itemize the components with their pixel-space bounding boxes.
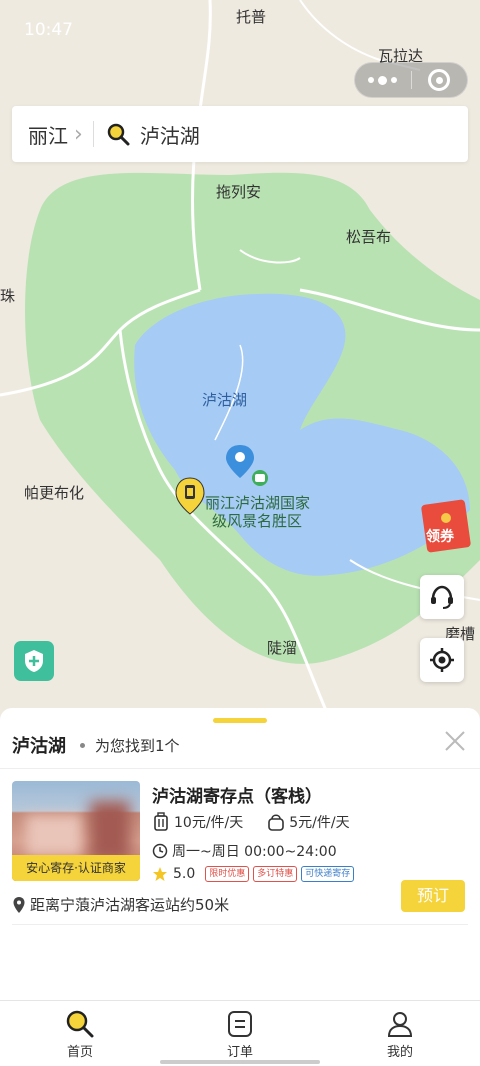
shop-photo: 安心寄存·认证商家 bbox=[12, 781, 140, 881]
distance-text: 距离宁蒗泸沽湖客运站约50米 bbox=[30, 896, 230, 914]
price-luggage: 10元/件/天 bbox=[174, 815, 244, 831]
mini-program-capsule bbox=[354, 62, 468, 98]
coupon-button[interactable]: 领券 bbox=[420, 498, 480, 554]
tab-label: 订单 bbox=[226, 1045, 253, 1060]
tab-home[interactable]: 首页 bbox=[0, 1001, 160, 1066]
opening-hours: 周一~周日 00:00~24:00 bbox=[172, 844, 337, 860]
customer-service-button[interactable] bbox=[420, 575, 464, 619]
more-icon[interactable] bbox=[355, 75, 411, 85]
bag-icon bbox=[268, 814, 285, 831]
insurance-button[interactable] bbox=[14, 641, 54, 681]
results-keyword: 泸沽湖 bbox=[12, 736, 66, 757]
map-view[interactable]: 10:47 丽江 › 泸沽湖 托普 瓦拉达 拖列安 松吾布 珠 泸沽湖 帕更布化… bbox=[0, 0, 480, 720]
map-label: 帕更布化 bbox=[24, 484, 85, 502]
map-label: 珠 bbox=[0, 287, 16, 305]
distance-row: 距离宁蒗泸沽湖客运站约50米 bbox=[12, 894, 229, 915]
tab-label: 首页 bbox=[66, 1045, 93, 1060]
shop-name: 泸沽湖寄存点（客栈） bbox=[152, 787, 322, 807]
order-icon bbox=[228, 1011, 252, 1037]
hours-row: 周一~周日 00:00~24:00 bbox=[152, 841, 337, 861]
map-label-lake: 泸沽湖 bbox=[202, 391, 248, 409]
tab-profile[interactable]: 我的 bbox=[320, 1001, 480, 1066]
tab-label: 我的 bbox=[386, 1045, 413, 1060]
sheet-drag-handle[interactable] bbox=[213, 718, 267, 723]
price-row: 10元/件/天 5元/件/天 bbox=[152, 812, 350, 832]
results-header: 泸沽湖 为您找到1个 bbox=[12, 732, 180, 758]
map-label: 托普 bbox=[236, 8, 267, 26]
locate-me-button[interactable] bbox=[420, 638, 464, 682]
star-icon bbox=[153, 867, 167, 881]
luggage-icon bbox=[154, 812, 168, 831]
close-program-icon[interactable] bbox=[411, 69, 467, 91]
crosshair-icon bbox=[430, 648, 454, 672]
book-button[interactable]: 预订 bbox=[401, 880, 465, 912]
city-selector[interactable]: 丽江 bbox=[28, 120, 68, 149]
map-label: 瓦拉达 bbox=[378, 47, 424, 65]
price-bag: 5元/件/天 bbox=[289, 815, 350, 831]
scenic-spot-icon bbox=[252, 470, 268, 486]
shield-plus-icon bbox=[25, 650, 43, 672]
rating-row: 5.0 限时优惠 多订特惠 可快递寄存 bbox=[152, 866, 355, 882]
verified-badge: 安心寄存·认证商家 bbox=[12, 855, 140, 881]
service-tag: 可快递寄存 bbox=[301, 866, 355, 882]
tab-bar: 首页 订单 我的 bbox=[0, 1000, 480, 1066]
profile-icon bbox=[387, 1012, 413, 1037]
rating-value: 5.0 bbox=[173, 866, 196, 882]
promo-tag: 限时优惠 bbox=[205, 866, 250, 882]
results-count: 为您找到1个 bbox=[95, 736, 180, 755]
map-label-scenic: 级风景名胜区 bbox=[212, 512, 303, 530]
promo-tag: 多订特惠 bbox=[253, 866, 298, 882]
chevron-right-icon: › bbox=[74, 121, 83, 147]
search-icon bbox=[107, 123, 130, 146]
tab-orders[interactable]: 订单 bbox=[160, 1001, 320, 1066]
map-label: 陡溜 bbox=[267, 639, 298, 657]
results-sheet: 泸沽湖 为您找到1个 安心寄存·认证商家 泸沽湖寄存点（客栈） 10元/件/天 bbox=[0, 708, 480, 1000]
map-pin-icon bbox=[13, 896, 25, 913]
coupon-label: 领券 bbox=[426, 529, 454, 545]
headset-icon bbox=[431, 585, 453, 609]
close-icon[interactable] bbox=[444, 730, 466, 752]
search-bar[interactable]: 丽江 › 泸沽湖 bbox=[12, 106, 468, 162]
map-label: 拖列安 bbox=[216, 183, 262, 201]
home-indicator bbox=[160, 1060, 320, 1064]
map-label: 松吾布 bbox=[346, 228, 392, 246]
clock-icon bbox=[152, 843, 168, 859]
search-icon bbox=[66, 1010, 94, 1038]
search-input[interactable]: 泸沽湖 bbox=[140, 120, 200, 149]
status-time: 10:47 bbox=[24, 20, 73, 40]
